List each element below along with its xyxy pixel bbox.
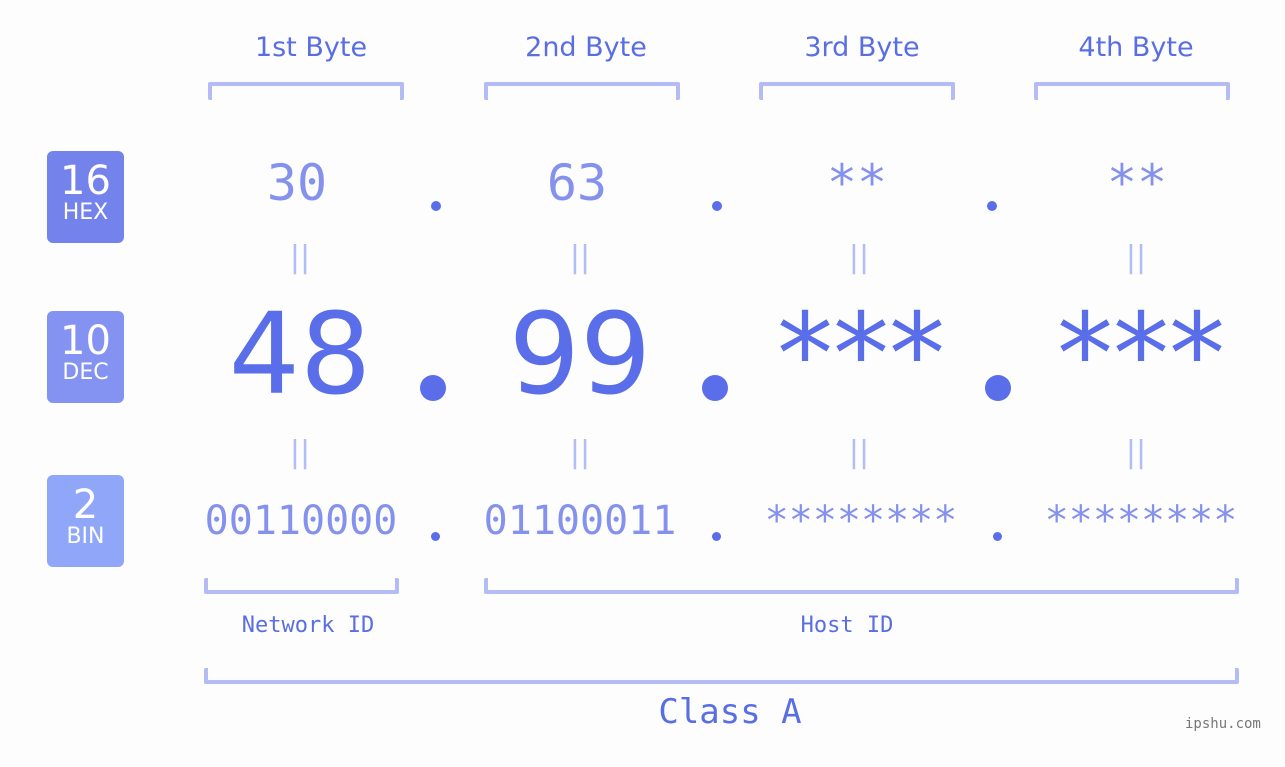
hex-byte-4: ** <box>1106 154 1168 212</box>
bin-separator-dot <box>712 532 721 541</box>
hex-separator-dot <box>987 201 997 211</box>
byte-header-2: 2nd Byte <box>525 32 647 63</box>
bin-byte-4: ******** <box>1044 498 1238 544</box>
equals-sign: || <box>848 435 870 470</box>
dec-separator-dot <box>420 375 446 401</box>
dec-byte-3: *** <box>777 290 945 420</box>
ip-class-label: Class A <box>658 692 802 732</box>
hex-byte-1: 30 <box>266 154 328 212</box>
equals-sign: || <box>1125 240 1147 275</box>
byte-bracket-3 <box>759 82 955 100</box>
dec-separator-dot <box>985 375 1011 401</box>
bin-byte-2: 01100011 <box>483 498 677 544</box>
network-id-bracket <box>204 578 399 594</box>
dec-badge: 10 DEC <box>47 311 124 403</box>
equals-sign: || <box>1125 435 1147 470</box>
bin-separator-dot <box>431 532 440 541</box>
hex-badge-label: HEX <box>62 200 109 225</box>
hex-byte-3: ** <box>826 154 888 212</box>
dec-separator-dot <box>702 375 728 401</box>
equals-sign: || <box>289 435 311 470</box>
byte-bracket-4 <box>1034 82 1230 100</box>
network-id-label: Network ID <box>241 613 375 638</box>
bin-separator-dot <box>993 532 1002 541</box>
equals-sign: || <box>569 240 591 275</box>
bin-byte-1: 00110000 <box>204 498 398 544</box>
dec-byte-2: 99 <box>508 290 652 420</box>
hex-separator-dot <box>712 201 722 211</box>
hex-separator-dot <box>431 201 441 211</box>
bin-byte-3: ******** <box>764 498 958 544</box>
equals-sign: || <box>289 240 311 275</box>
watermark: ipshu.com <box>1185 716 1261 732</box>
dec-byte-1: 48 <box>228 290 372 420</box>
byte-bracket-1 <box>208 82 404 100</box>
class-bracket <box>204 668 1239 684</box>
bin-badge: 2 BIN <box>47 475 124 567</box>
hex-byte-2: 63 <box>546 154 608 212</box>
dec-badge-number: 10 <box>60 318 111 364</box>
byte-bracket-2 <box>484 82 680 100</box>
host-id-label: Host ID <box>800 613 894 638</box>
byte-header-4: 4th Byte <box>1078 32 1194 63</box>
bin-badge-label: BIN <box>66 524 105 549</box>
equals-sign: || <box>848 240 870 275</box>
hex-badge: 16 HEX <box>47 151 124 243</box>
host-id-bracket <box>484 578 1239 594</box>
equals-sign: || <box>569 435 591 470</box>
byte-header-1: 1st Byte <box>254 32 368 63</box>
dec-byte-4: *** <box>1057 290 1225 420</box>
hex-badge-number: 16 <box>60 158 111 204</box>
dec-badge-label: DEC <box>62 360 109 385</box>
bin-badge-number: 2 <box>72 482 99 528</box>
byte-header-3: 3rd Byte <box>804 32 920 63</box>
